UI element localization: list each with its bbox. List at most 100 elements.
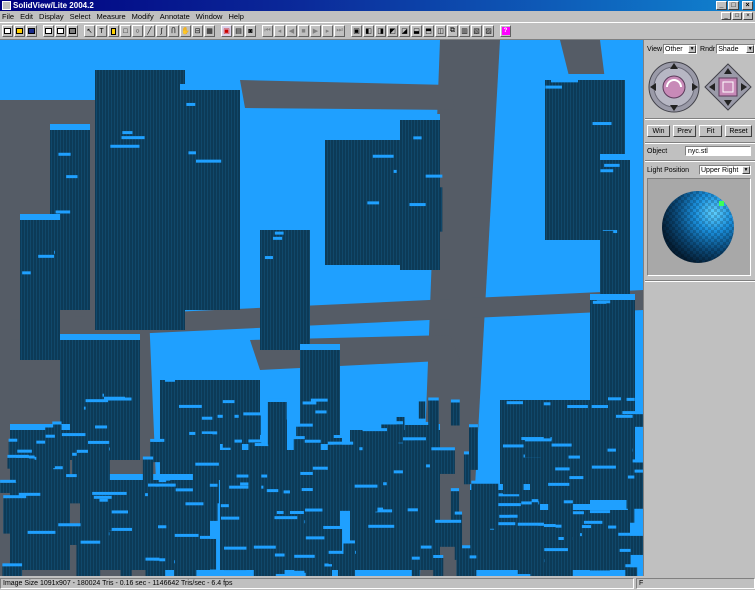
camera-button[interactable]: ◙ (245, 25, 256, 37)
light-preview[interactable] (647, 178, 751, 276)
light-position-select[interactable]: Upper Right ▼ (699, 165, 751, 175)
stop-button[interactable] (67, 25, 78, 37)
pan-center-icon (718, 77, 738, 97)
menu-modify[interactable]: Modify (132, 12, 154, 21)
render-label: Rndr (700, 45, 716, 53)
menu-annotate[interactable]: Annotate (160, 12, 190, 21)
prev-frame-button[interactable]: ◂ (274, 25, 285, 37)
curve-icon: ∫ (160, 27, 163, 35)
view-select[interactable]: Other ▼ (663, 44, 698, 54)
menu-measure[interactable]: Measure (96, 12, 125, 21)
doc-restore-button[interactable]: □ (732, 12, 742, 20)
menu-help[interactable]: Help (228, 12, 243, 21)
rotate-dial[interactable] (647, 60, 701, 114)
render-stats: Image Size 1091x907 - 180024 Tris - 0.16… (0, 578, 634, 589)
folder-icon (16, 28, 23, 34)
win-button[interactable]: Win (647, 125, 670, 137)
pan-control[interactable] (703, 62, 753, 112)
toolbar: ↖ T □ ○ ╱ ∫ Ⴖ ✋ ⊟ ▦ ▣ ▤ ◙ ⏮ ◂ ◀ ■ ▶ ▸ ⏭ … (0, 22, 755, 40)
play-button[interactable]: ▶ (310, 25, 321, 37)
grid-tool-button[interactable]: ▦ (204, 25, 215, 37)
view-iso2-button[interactable]: ◫ (435, 25, 446, 37)
menu-select[interactable]: Select (70, 12, 91, 21)
image-button[interactable]: ▣ (221, 25, 232, 37)
help-button[interactable]: ? (500, 25, 511, 37)
view-iso3-button[interactable]: ⧉ (447, 25, 458, 37)
prev-button[interactable]: Prev (673, 125, 696, 137)
light-dropdown-icon[interactable]: ▼ (742, 166, 750, 174)
reset-button[interactable]: Reset (725, 125, 752, 137)
menu-file[interactable]: File (2, 12, 14, 21)
section-icon: ⊟ (194, 28, 201, 35)
cube-iso3-icon: ⧉ (450, 27, 455, 34)
view-front-button[interactable]: ▣ (351, 25, 362, 37)
view-back-button[interactable]: ◧ (363, 25, 374, 37)
first-frame-button[interactable]: ⏮ (262, 25, 273, 37)
view-top-button[interactable]: ◪ (399, 25, 410, 37)
measure-tool-button[interactable]: Ⴖ (168, 25, 179, 37)
stop-icon (69, 28, 76, 34)
render-select-value: Shade (718, 45, 739, 53)
menu-bar: File Edit Display Select Measure Modify … (0, 11, 755, 22)
view-bottom-button[interactable]: ⬓ (411, 25, 422, 37)
select-tool-button[interactable]: ↖ (84, 25, 95, 37)
menu-display[interactable]: Display (39, 12, 64, 21)
doc-minimize-button[interactable]: _ (721, 12, 731, 20)
open-file-button[interactable] (14, 25, 25, 37)
title-bar: SolidView/Lite 2004.2 _ □ × (0, 0, 755, 11)
next-frame-icon: ▸ (325, 28, 330, 35)
view-right-button[interactable]: ◩ (387, 25, 398, 37)
text-tool-icon: T (99, 27, 104, 35)
play-back-button[interactable]: ◀ (286, 25, 297, 37)
light-sphere-icon[interactable] (648, 179, 750, 275)
ellipse-tool-button[interactable]: ○ (132, 25, 143, 37)
view-iso-button[interactable]: ⬒ (423, 25, 434, 37)
view-iso4-button[interactable]: ▥ (459, 25, 470, 37)
note-tool-button[interactable] (108, 25, 119, 37)
menu-window[interactable]: Window (196, 12, 223, 21)
line-tool-button[interactable]: ╱ (144, 25, 155, 37)
text-tool-button[interactable]: T (96, 25, 107, 37)
layout-button[interactable]: ▤ (233, 25, 244, 37)
3d-viewport[interactable] (0, 40, 644, 576)
view-iso5-button[interactable]: ▧ (471, 25, 482, 37)
last-frame-icon: ⏭ (336, 27, 343, 34)
app-icon[interactable] (2, 1, 11, 10)
stop-playback-button[interactable]: ■ (298, 25, 309, 37)
menu-edit[interactable]: Edit (20, 12, 33, 21)
last-frame-button[interactable]: ⏭ (334, 25, 345, 37)
city-model-render[interactable] (0, 40, 644, 576)
save-button[interactable] (26, 25, 37, 37)
cube-back-icon: ◧ (365, 28, 372, 35)
fit-button[interactable]: Fit (699, 125, 722, 137)
object-name-field[interactable]: nyc.stl (685, 146, 751, 156)
preview-icon (57, 28, 64, 34)
print-button[interactable] (43, 25, 54, 37)
camera-icon: ◙ (248, 27, 253, 35)
view-left-button[interactable]: ◨ (375, 25, 386, 37)
curve-tool-button[interactable]: ∫ (156, 25, 167, 37)
view-label: View (647, 45, 663, 53)
cube-iso6-icon: ▨ (485, 28, 492, 35)
maximize-button[interactable]: □ (728, 1, 739, 10)
minimize-button[interactable]: _ (716, 1, 727, 10)
doc-close-button[interactable]: × (743, 12, 753, 20)
view-dropdown-icon[interactable]: ▼ (688, 45, 697, 53)
new-file-button[interactable] (2, 25, 13, 37)
arrow-cursor-icon: ↖ (86, 28, 93, 35)
render-select[interactable]: Shade ▼ (716, 44, 755, 54)
disk-icon (28, 28, 35, 34)
next-frame-button[interactable]: ▸ (322, 25, 333, 37)
close-button[interactable]: × (742, 1, 753, 10)
cube-iso-icon: ⬒ (425, 28, 432, 35)
help-icon: ? (501, 27, 510, 35)
view-iso6-button[interactable]: ▨ (483, 25, 494, 37)
preview-button[interactable] (55, 25, 66, 37)
rectangle-tool-button[interactable]: □ (120, 25, 131, 37)
layout-icon: ▤ (235, 28, 242, 35)
pan-tool-button[interactable]: ✋ (180, 25, 191, 37)
status-bar: Image Size 1091x907 - 180024 Tris - 0.16… (0, 577, 755, 590)
render-dropdown-icon[interactable]: ▼ (746, 45, 755, 53)
prev-frame-icon: ◂ (277, 28, 282, 35)
section-tool-button[interactable]: ⊟ (192, 25, 203, 37)
